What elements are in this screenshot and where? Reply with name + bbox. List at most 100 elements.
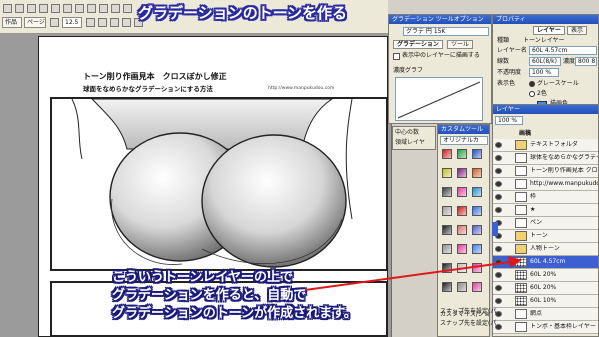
custom-tool-button[interactable]: [457, 263, 467, 273]
opacity-field[interactable]: 100 %: [529, 68, 559, 77]
copy-icon[interactable]: [87, 4, 96, 13]
layer-row[interactable]: 60L 20%: [493, 269, 598, 282]
custom-tool-button[interactable]: [457, 282, 467, 292]
visibility-eye-icon[interactable]: [495, 168, 502, 174]
fit-page-icon[interactable]: [110, 18, 119, 27]
custom-tool-button[interactable]: [457, 149, 467, 159]
hand-icon[interactable]: [122, 18, 131, 27]
layer-row[interactable]: テキストフォルダ: [493, 139, 598, 152]
layer-row[interactable]: 60L 10%: [493, 295, 598, 308]
visibility-eye-icon[interactable]: [495, 181, 502, 187]
custom-tool-button[interactable]: [457, 225, 467, 235]
tab-gradation[interactable]: グラデーション: [393, 40, 443, 49]
layer-row[interactable]: ペン: [493, 217, 598, 230]
layer-row[interactable]: トンボ・基本枠レイヤー: [493, 321, 598, 334]
paste-icon[interactable]: [99, 4, 108, 13]
callout-line: グラデーションのトーンが作成されます。: [112, 306, 357, 321]
custom-tool-button[interactable]: [472, 168, 482, 178]
custom-tool-button[interactable]: [457, 206, 467, 216]
tab-tool[interactable]: ツール: [447, 40, 474, 49]
sakuhin-menu[interactable]: 作品: [2, 17, 22, 28]
custom-tool-button[interactable]: [442, 168, 452, 178]
custom-tool-button[interactable]: [457, 244, 467, 254]
visibility-eye-icon[interactable]: [495, 259, 502, 265]
custom-tool-button[interactable]: [472, 206, 482, 216]
layer-name: 60L 10%: [530, 297, 557, 304]
zoom-out-icon[interactable]: [98, 18, 107, 27]
tab-layer-property[interactable]: レイヤー: [533, 26, 565, 35]
comic-panel-frame[interactable]: [50, 97, 388, 271]
layer-row[interactable]: 人物トーン: [493, 243, 598, 256]
visibility-eye-icon[interactable]: [495, 194, 502, 200]
snap-setting-1[interactable]: スナップ先を設定(パ: [440, 308, 496, 316]
layer-root-label: 画稿: [519, 130, 532, 137]
visibility-eye-icon[interactable]: [495, 272, 502, 278]
layer-opacity-field[interactable]: 100 %: [495, 116, 523, 125]
density-graph[interactable]: [395, 77, 483, 121]
redo-icon[interactable]: [51, 4, 60, 13]
two-color-radio[interactable]: [529, 91, 535, 97]
custom-tool-button[interactable]: [457, 168, 467, 178]
layer-row[interactable]: ★: [493, 204, 598, 217]
custom-tool-button[interactable]: [442, 149, 452, 159]
gradation-tool-panel: グラデーション ツールオプション グラデ 円 15K グラデーション ツール 表…: [388, 14, 492, 124]
zoom-field[interactable]: 12.5: [62, 17, 82, 28]
folder-icon: [515, 231, 527, 241]
callout-line: こういうトーンレイヤーの上で: [112, 270, 293, 285]
visibility-eye-icon[interactable]: [495, 246, 502, 252]
transform-icon[interactable]: [111, 4, 120, 13]
print-icon[interactable]: [63, 4, 72, 13]
grayscale-radio[interactable]: [529, 81, 535, 87]
gradation-preset-select[interactable]: グラデ 円 15K: [403, 27, 489, 36]
layer-name: 60L 4.57cm: [530, 258, 566, 265]
undo-icon[interactable]: [39, 4, 48, 13]
custom-tool-button[interactable]: [472, 187, 482, 197]
custom-tool-button[interactable]: [472, 244, 482, 254]
document-title: トーン削り作画見本 クロスぼかし修正: [83, 72, 227, 81]
layer-row[interactable]: 網点: [493, 308, 598, 321]
layer-row[interactable]: 枠: [493, 191, 598, 204]
visibility-eye-icon[interactable]: [495, 155, 502, 161]
layer-row[interactable]: トーン削り作画見本 クロ: [493, 165, 598, 178]
snap-setting-2[interactable]: スナップ先を設定(パ: [440, 320, 496, 328]
layer-name: トーン: [530, 232, 548, 239]
custom-tool-select[interactable]: オリジナルカ: [440, 136, 488, 145]
visibility-eye-icon[interactable]: [495, 298, 502, 304]
layer-row[interactable]: 60L 4.57cm: [493, 256, 598, 269]
page-menu[interactable]: ページ: [24, 17, 46, 28]
custom-tool-button[interactable]: [442, 282, 452, 292]
select-icon[interactable]: [123, 4, 132, 13]
layer-thumbnail: [515, 296, 527, 306]
visibility-eye-icon[interactable]: [495, 207, 502, 213]
tab-display-property[interactable]: 表示: [567, 26, 588, 35]
layer-row[interactable]: http://www.manpukudou: [493, 178, 598, 191]
custom-tool-button[interactable]: [472, 282, 482, 292]
custom-tool-button[interactable]: [442, 225, 452, 235]
density-field[interactable]: 800 8: [575, 57, 597, 66]
custom-tool-button[interactable]: [472, 225, 482, 235]
visibility-eye-icon[interactable]: [495, 285, 502, 291]
lines-field[interactable]: 60L(8/k): [529, 57, 561, 66]
custom-tool-button[interactable]: [442, 244, 452, 254]
layer-row[interactable]: 60L 20%: [493, 282, 598, 295]
density-graph-label: 濃度グラフ: [393, 67, 424, 74]
rotate-icon[interactable]: [50, 18, 59, 27]
custom-tool-button[interactable]: [442, 206, 452, 216]
custom-tool-button[interactable]: [442, 187, 452, 197]
layer-row[interactable]: トーン: [493, 230, 598, 243]
custom-tool-button[interactable]: [442, 263, 452, 273]
cut-icon[interactable]: [75, 4, 84, 13]
new-file-icon[interactable]: [3, 4, 12, 13]
custom-tool-button[interactable]: [457, 187, 467, 197]
layer-name-label: レイヤー名: [497, 47, 527, 54]
layer-name-field[interactable]: 60L 4.57cm: [529, 46, 597, 55]
open-file-icon[interactable]: [15, 4, 24, 13]
custom-tool-button[interactable]: [472, 149, 482, 159]
save-icon[interactable]: [27, 4, 36, 13]
custom-tool-button[interactable]: [472, 263, 482, 273]
visibility-eye-icon[interactable]: [495, 142, 502, 148]
zoom-in-icon[interactable]: [86, 18, 95, 27]
layer-row[interactable]: 球体をなめらかなグラデー: [493, 152, 598, 165]
draw-on-visible-checkbox[interactable]: [393, 53, 400, 60]
lines-label: 線数: [497, 58, 510, 65]
